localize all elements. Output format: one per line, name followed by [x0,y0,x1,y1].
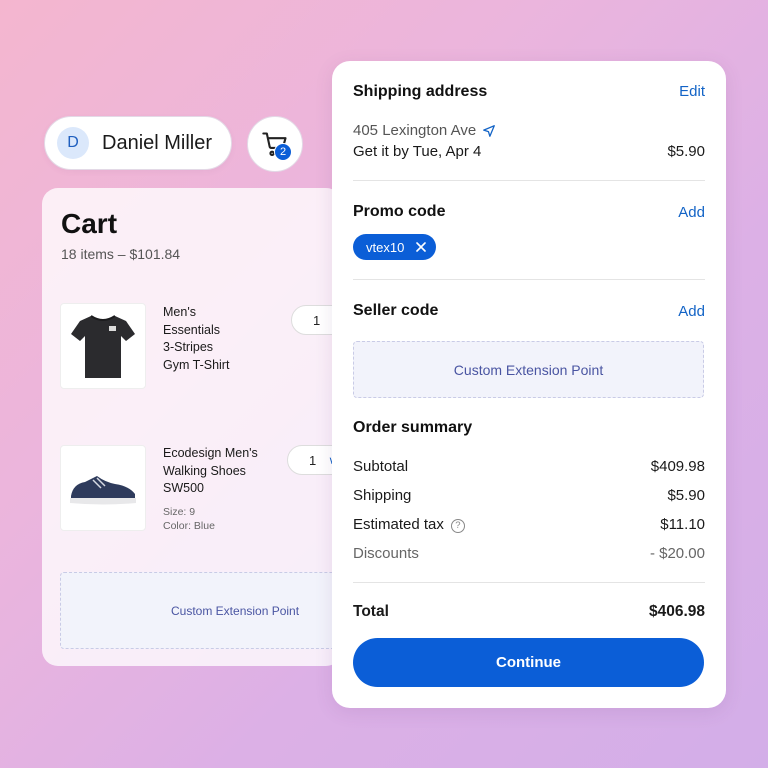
tax-row: Estimated tax? $11.10 [353,516,705,533]
shoe-image [70,476,136,505]
cart-count-badge: 2 [274,143,292,161]
close-icon[interactable] [416,242,427,252]
user-profile-pill[interactable]: D Daniel Miller [44,116,232,170]
add-promo-link[interactable]: Add [678,204,705,221]
product-name[interactable]: Men's Essentials 3-Stripes Gym T-Shirt [163,304,273,374]
divider [353,279,705,280]
tshirt-image [71,315,135,378]
shipping-title: Shipping address [353,83,488,100]
user-name: Daniel Miller [102,131,213,154]
product-image-shoes[interactable] [60,445,146,531]
promo-code-chip[interactable]: vtex10 [353,234,437,260]
custom-extension-point: Custom Extension Point [353,341,704,398]
promo-title: Promo code [353,203,446,220]
cart-summary: 18 items – $101.84 [61,246,181,262]
shipping-price: $5.90 [667,143,705,160]
order-summary-title: Order summary [353,419,473,436]
discounts-row: Discounts - $20.00 [353,545,705,562]
delivery-row: Get it by Tue, Apr 4 $5.90 [353,143,705,160]
delivery-estimate: Get it by Tue, Apr 4 [353,143,482,160]
shipping-row: Shipping $5.90 [353,487,705,504]
info-icon[interactable]: ? [450,518,465,533]
location-arrow-icon [483,124,496,137]
edit-shipping-link[interactable]: Edit [679,83,705,100]
divider [353,582,705,583]
checkout-panel: Shipping address Edit 405 Lexington Ave … [332,61,726,708]
cart-title: Cart [61,208,118,239]
subtotal-row: Subtotal $409.98 [353,458,705,475]
add-seller-link[interactable]: Add [678,303,705,320]
total-row: Total $406.98 [353,603,705,620]
seller-title: Seller code [353,302,439,319]
product-name[interactable]: Ecodesign Men's Walking Shoes SW500 [163,445,283,498]
cart-button[interactable]: 2 [247,116,303,172]
continue-button[interactable]: Continue [353,638,704,687]
shipping-address: 405 Lexington Ave [353,122,496,139]
avatar: D [57,127,89,159]
divider [353,180,705,181]
product-image-tshirt[interactable] [60,303,146,389]
cart-panel: Cart 18 items – $101.84 Men's Essentials… [42,188,342,666]
product-attributes: Size: 9 Color: Blue [163,506,215,532]
custom-extension-point: Custom Extension Point [60,572,342,649]
